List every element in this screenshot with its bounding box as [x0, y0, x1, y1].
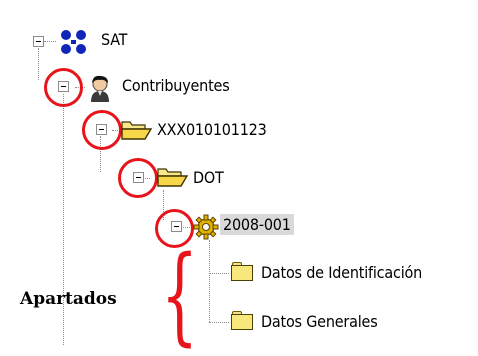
tree-connector [38, 48, 39, 80]
tree-node-rfc[interactable]: XXX010101123 [157, 120, 267, 139]
collapse-toggle-sat[interactable] [33, 36, 44, 47]
tree-node-datos-generales[interactable]: Datos Generales [261, 312, 378, 331]
tree-node-sat[interactable]: SAT [101, 30, 127, 49]
folder-icon [231, 311, 255, 331]
annotation-brace: { [161, 233, 199, 356]
folder-icon [231, 262, 255, 282]
highlight-circle [82, 110, 122, 150]
open-folder-icon [121, 121, 153, 140]
sat-network-icon [61, 30, 86, 54]
tree-connector [209, 322, 229, 323]
tree-node-dot[interactable]: DOT [193, 168, 224, 187]
tree-node-record[interactable]: 2008-001 [220, 214, 294, 235]
tree-connector [209, 240, 210, 322]
open-folder-icon [157, 168, 189, 187]
highlight-circle [118, 158, 158, 198]
highlight-circle [44, 68, 83, 107]
tree-connector [44, 41, 56, 42]
user-icon [91, 75, 109, 102]
tree-node-contribuyentes[interactable]: Contribuyentes [122, 76, 230, 95]
tree-connector [209, 273, 229, 274]
apartados-annotation-label: Apartados [20, 289, 117, 309]
tree-node-datos-identificacion[interactable]: Datos de Identificación [261, 263, 422, 282]
